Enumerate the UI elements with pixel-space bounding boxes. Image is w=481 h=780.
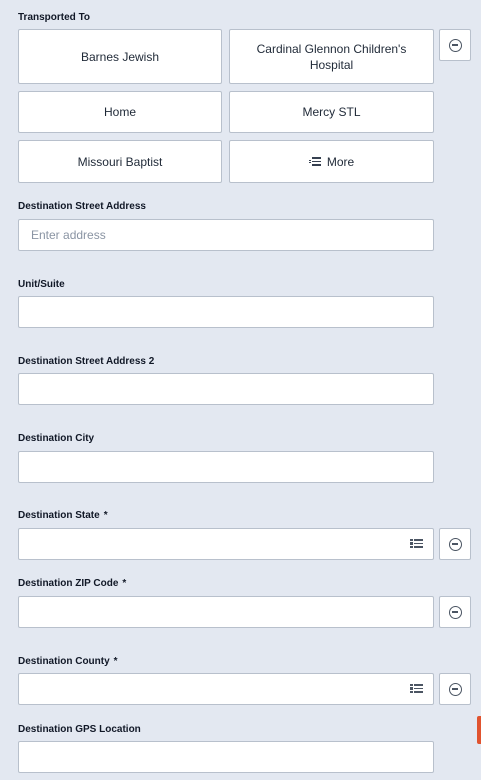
state-clear-button[interactable] xyxy=(439,528,471,560)
minus-circle-icon xyxy=(448,38,462,52)
zip-clear-button[interactable] xyxy=(439,596,471,628)
transported-to-label: Transported To xyxy=(18,12,91,23)
street-address-label: Destination Street Address xyxy=(18,201,146,212)
minus-circle-icon xyxy=(448,605,462,619)
option-label: Cardinal Glennon Children's Hospital xyxy=(256,41,407,72)
transported-to-clear-button[interactable] xyxy=(439,29,471,61)
city-label: Destination City xyxy=(18,433,95,444)
city-input[interactable] xyxy=(19,452,433,482)
option-label: Missouri Baptist xyxy=(77,154,163,169)
gps-input[interactable] xyxy=(19,742,433,772)
gps-field[interactable] xyxy=(18,741,434,773)
zip-label: Destination ZIP Code * xyxy=(18,578,126,589)
street-address-field[interactable] xyxy=(18,219,434,251)
option-label: Mercy STL xyxy=(302,105,361,119)
option-barnes-jewish[interactable]: Barnes Jewish xyxy=(18,29,222,84)
option-label: Barnes Jewish xyxy=(80,49,160,64)
state-label-text: Destination State xyxy=(18,510,100,521)
street-address-2-input[interactable] xyxy=(19,374,433,404)
county-label: Destination County * xyxy=(18,656,118,667)
required-mark: * xyxy=(103,510,108,521)
option-label: Home xyxy=(103,105,136,119)
option-home[interactable]: Home xyxy=(18,91,222,133)
state-select[interactable] xyxy=(18,528,434,560)
more-options-button[interactable]: More xyxy=(229,140,434,183)
zip-field[interactable] xyxy=(18,596,434,628)
option-cardinal-glennon[interactable]: Cardinal Glennon Children's Hospital xyxy=(229,29,434,84)
gps-label: Destination GPS Location xyxy=(18,724,141,735)
option-missouri-baptist[interactable]: Missouri Baptist xyxy=(18,140,222,183)
required-mark: * xyxy=(122,578,127,589)
county-clear-button[interactable] xyxy=(439,673,471,705)
zip-label-text: Destination ZIP Code xyxy=(18,578,119,589)
list-icon xyxy=(308,156,321,166)
state-label: Destination State * xyxy=(18,510,108,521)
county-select[interactable] xyxy=(18,673,434,705)
side-panel-tab[interactable] xyxy=(477,716,481,744)
unit-suite-label: Unit/Suite xyxy=(18,279,65,290)
list-icon[interactable] xyxy=(410,538,423,548)
option-mercy-stl[interactable]: Mercy STL xyxy=(229,91,434,133)
street-address-2-label: Destination Street Address 2 xyxy=(18,356,155,367)
minus-circle-icon xyxy=(448,682,462,696)
required-mark: * xyxy=(113,656,118,667)
unit-suite-input[interactable] xyxy=(19,297,433,327)
street-address-2-field[interactable] xyxy=(18,373,434,405)
list-icon[interactable] xyxy=(410,683,423,693)
unit-suite-field[interactable] xyxy=(18,296,434,328)
zip-input[interactable] xyxy=(19,597,433,627)
more-label: More xyxy=(326,154,355,169)
city-field[interactable] xyxy=(18,451,434,483)
county-label-text: Destination County xyxy=(18,656,110,667)
minus-circle-icon xyxy=(448,537,462,551)
street-address-input[interactable] xyxy=(19,220,433,250)
